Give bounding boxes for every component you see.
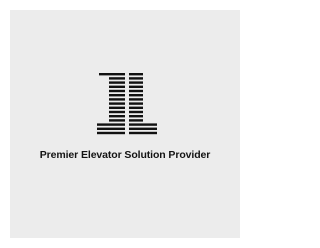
jl-logo-icon [97, 73, 157, 135]
tagline: Premier Elevator Solution Provider [39, 149, 211, 161]
logo-card: Premier Elevator Solution Provider [10, 10, 240, 238]
